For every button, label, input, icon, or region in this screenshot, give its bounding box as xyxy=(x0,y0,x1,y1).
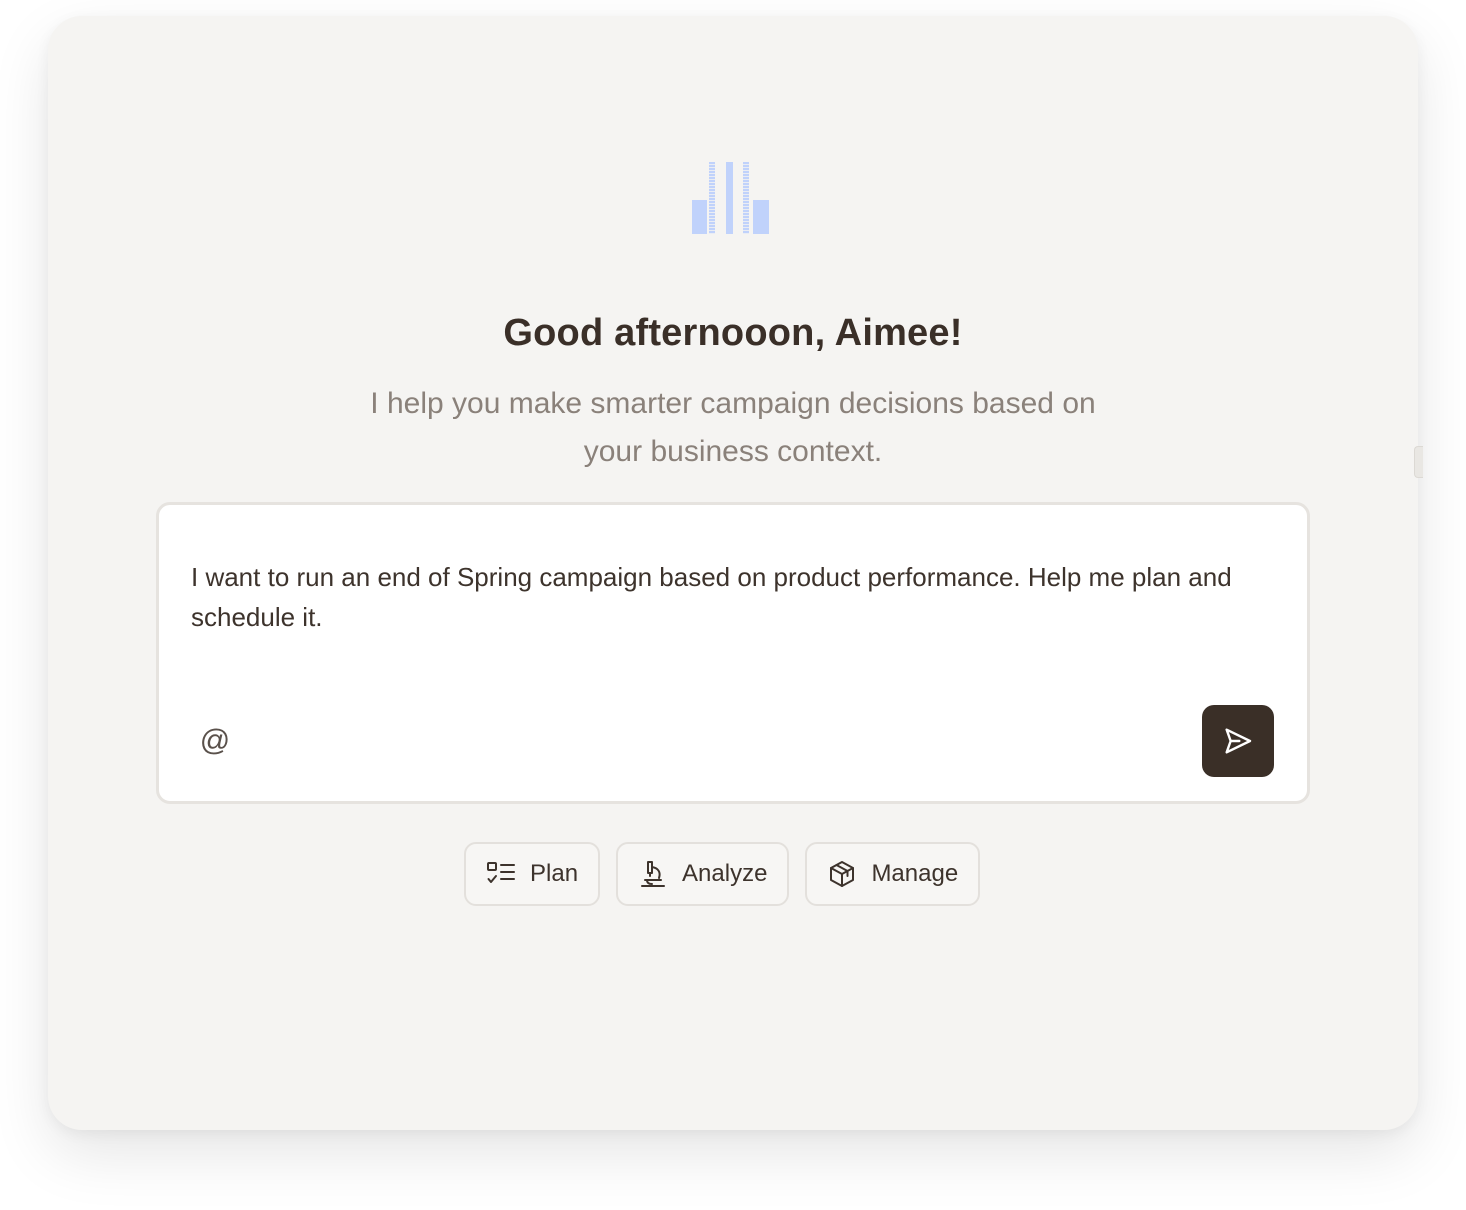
chip-label: Manage xyxy=(871,860,959,887)
chip-label: Plan xyxy=(530,860,579,887)
microscope-icon xyxy=(641,861,666,887)
assistant-home-panel: Good afternooon, Aimee! I help you make … xyxy=(48,16,1418,1130)
at-icon: @ xyxy=(199,724,231,757)
mention-button[interactable]: @ xyxy=(195,721,235,761)
checklist-icon xyxy=(487,862,515,883)
quick-action-chips: Plan Analyze Manage xyxy=(464,842,981,906)
chip-plan[interactable]: Plan xyxy=(464,842,601,906)
greeting-subtitle: I help you make smarter campaign decisio… xyxy=(370,387,1096,468)
send-button[interactable] xyxy=(1202,705,1274,777)
send-icon xyxy=(1225,728,1252,754)
box-icon xyxy=(830,861,855,887)
greeting-title: Good afternooon, Aimee! xyxy=(503,312,963,354)
chip-manage[interactable]: Manage xyxy=(805,842,981,906)
chip-analyze[interactable]: Analyze xyxy=(616,842,790,906)
side-panel-handle[interactable] xyxy=(1414,446,1423,478)
brand-logo-icon xyxy=(692,162,769,234)
prompt-input[interactable]: I want to run an end of Spring campaign … xyxy=(191,557,1271,637)
chip-label: Analyze xyxy=(682,860,768,887)
prompt-composer[interactable]: I want to run an end of Spring campaign … xyxy=(156,502,1310,804)
